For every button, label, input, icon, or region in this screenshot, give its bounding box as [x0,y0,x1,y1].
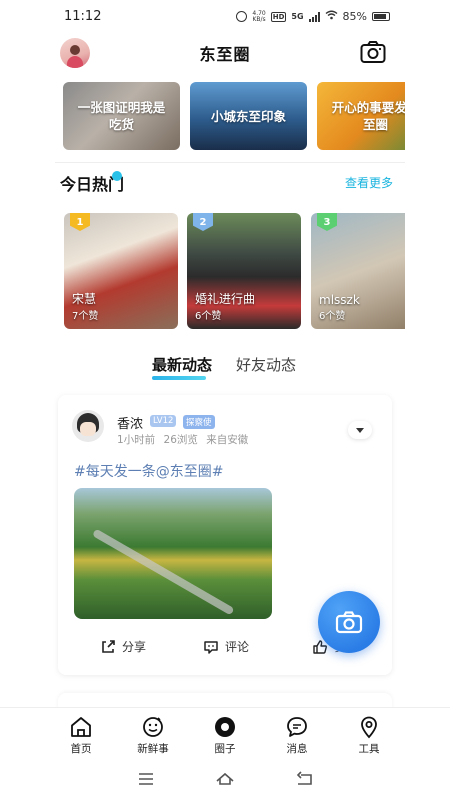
battery-icon [372,12,390,21]
hot-card-name: 婚礼进行曲 [195,292,256,306]
post-hashtag[interactable]: #每天发一条@东至圈# [74,461,223,481]
back-icon[interactable] [295,770,315,788]
smiley-icon [143,717,163,737]
status-time: 11:12 [64,9,102,24]
post-time: 1小时前 [117,434,156,446]
rank-badge: 1 [70,213,90,231]
signal-icon [308,11,320,22]
see-more-link[interactable]: 查看更多 [345,174,393,191]
circle-icon [215,717,235,737]
hot-card[interactable]: 2 婚礼进行曲 6个赞 [187,213,301,329]
post-source: 来自安徽 [206,434,249,446]
rank-badge: 2 [193,213,213,231]
message-icon [287,717,307,737]
banner-label: 开心的事要发东至圈 [331,100,405,132]
nav-label: 工具 [358,743,380,755]
banner-label: 一张图证明我是吃货 [77,100,166,132]
camera-button[interactable] [360,40,386,64]
post-author-avatar[interactable] [72,410,104,442]
share-label: 分享 [122,640,147,654]
hot-card-name: mlsszk [319,293,360,307]
app-screen: 11:12 4.70 KB/s HD 5G 85% 东至圈 一张图证明我是吃货 … [0,0,450,800]
post-image[interactable] [74,488,272,619]
hot-card-likes: 7个赞 [72,311,99,322]
tab-latest[interactable]: 最新动态 [152,354,212,380]
hot-card-likes: 6个赞 [319,311,346,322]
fab-camera-button[interactable] [318,591,380,653]
status-bar: 11:12 4.70 KB/s HD 5G 85% [0,0,450,34]
comment-icon [204,640,218,654]
nav-label: 消息 [286,743,308,755]
post-author-name[interactable]: 香浓 [117,413,143,432]
hot-card[interactable]: 3 mlsszk 6个赞 [311,213,405,329]
alarm-icon [236,11,248,22]
hot-list: 1 宋慧 7个赞 2 婚礼进行曲 6个赞 3 mlsszk 6个赞 [60,213,405,331]
menu-icon[interactable] [136,770,156,788]
nav-item-messages[interactable]: 消息 [272,715,322,756]
comment-button[interactable]: 评论 [203,638,249,655]
banner-foodie[interactable]: 一张图证明我是吃货 [63,82,180,150]
hot-indicator-dot [112,171,122,181]
hot-card-likes: 6个赞 [195,311,222,322]
level-badge: LV12 [150,415,177,427]
nav-label: 圈子 [214,743,236,755]
wifi-icon [325,10,338,23]
hot-card-name: 宋慧 [72,292,97,306]
post-more-dropdown[interactable] [348,421,372,439]
nav-label: 首页 [70,743,92,755]
role-badge: 探察使 [183,415,215,429]
network-label: 5G [291,12,304,21]
location-icon [361,716,377,739]
comment-label: 评论 [225,640,250,654]
banner-city-impression[interactable]: 小城东至印象 [190,82,307,150]
app-header: 东至圈 [0,34,450,74]
hot-card[interactable]: 1 宋慧 7个赞 [64,213,178,329]
banner-label: 小城东至印象 [210,108,286,124]
status-icons: 4.70 KB/s HD 5G 85% [236,10,390,23]
tab-friends[interactable]: 好友动态 [236,354,296,375]
home-icon [71,717,91,737]
nav-item-home[interactable]: 首页 [56,715,106,756]
share-button[interactable]: 分享 [100,638,146,655]
net-speed: 4.70 KB/s [252,9,266,23]
nav-item-circle[interactable]: 圈子 [200,715,250,756]
home-system-icon[interactable] [215,770,235,788]
nav-label: 新鲜事 [137,743,169,755]
post-views: 26浏览 [163,434,198,446]
nav-item-fresh[interactable]: 新鲜事 [128,715,178,756]
system-nav-bar [0,760,450,800]
bottom-nav: 首页 新鲜事 圈子 消息 工具 [0,707,450,760]
topic-banners: 一张图证明我是吃货 小城东至印象 开心的事要发东至圈 [60,82,405,152]
nav-item-tools[interactable]: 工具 [344,715,394,756]
banner-happy[interactable]: 开心的事要发东至圈 [317,82,405,150]
post-meta: 1小时前 26浏览 来自安徽 [117,432,253,447]
battery-percent: 85% [342,10,367,23]
share-icon [102,639,115,653]
camera-icon [360,41,386,63]
camera-icon [335,611,363,634]
hd-icon: HD [270,11,287,22]
feed-tabs: 最新动态 好友动态 [0,354,450,380]
divider [55,162,405,163]
rank-badge: 3 [317,213,337,231]
